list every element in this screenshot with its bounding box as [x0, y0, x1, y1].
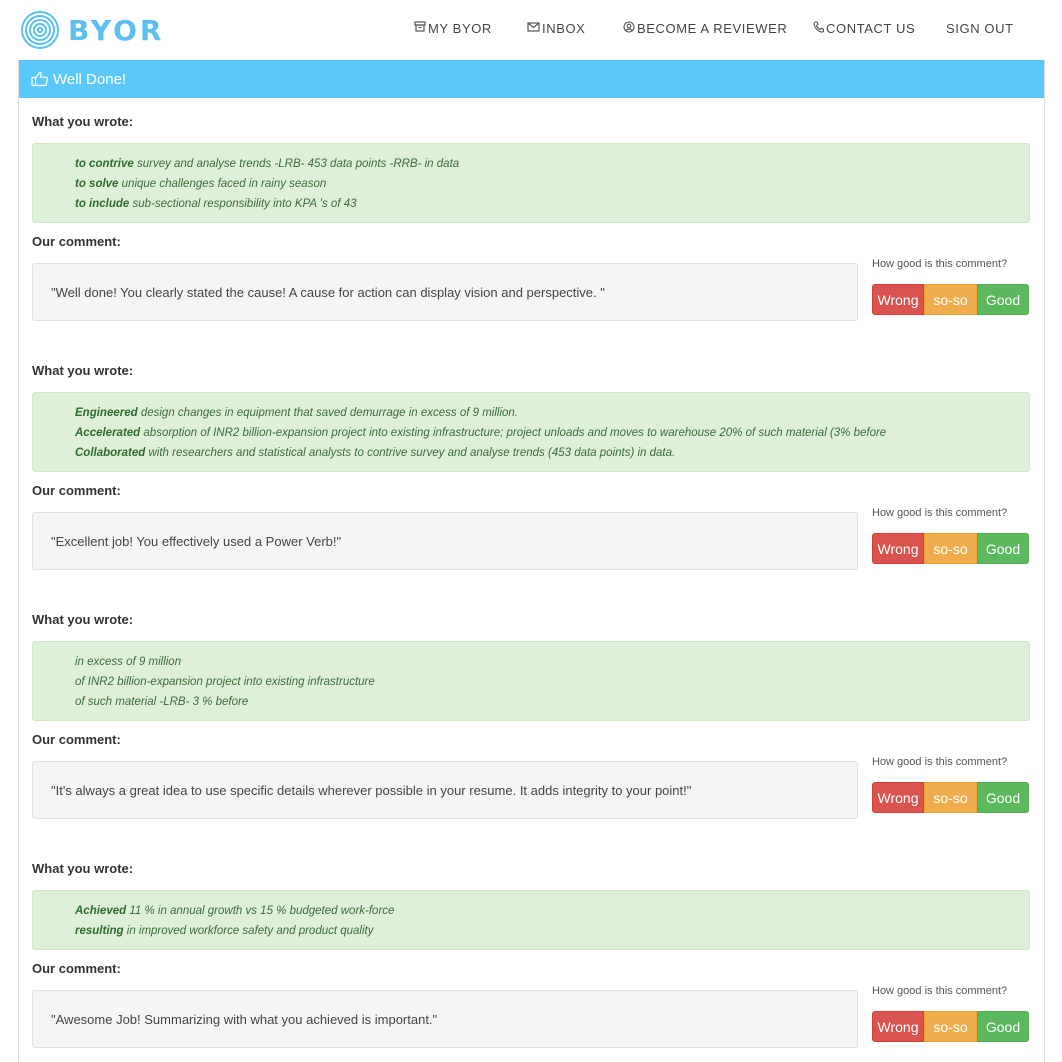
- nav-label: SIGN OUT: [946, 20, 1014, 36]
- comment-box: "Well done! You clearly stated the cause…: [32, 263, 858, 321]
- nav-label: CONTACT US: [826, 20, 916, 36]
- what-you-wrote-box: in excess of 9 million of INR2 billion-e…: [32, 641, 1030, 721]
- comment-text: "Well done! You clearly stated the cause…: [51, 284, 605, 300]
- wrote-text: sub-sectional responsibility into KPA 's…: [129, 198, 357, 210]
- panel-title: Well Done!: [53, 70, 127, 88]
- wrote-item: Collaborated with researchers and statis…: [75, 445, 1029, 465]
- wrote-text: in improved workforce safety and product…: [123, 925, 374, 937]
- our-comment-label: Our comment:: [32, 732, 121, 747]
- feedback-panel: Well Done! What you wrote: to contrive s…: [18, 60, 1045, 1062]
- wrote-verb: Collaborated: [75, 447, 146, 459]
- good-button[interactable]: Good: [977, 284, 1029, 315]
- wrote-item: resulting in improved workforce safety a…: [75, 923, 1029, 943]
- byor-logo-icon: [21, 11, 59, 49]
- wrote-text: of such material -LRB- 3 % before: [75, 696, 249, 708]
- wrote-text: 11 % in annual growth vs 15 % budgeted w…: [126, 905, 395, 917]
- wrong-button[interactable]: Wrong: [872, 284, 924, 315]
- comment-box: "Excellent job! You effectively used a P…: [32, 512, 858, 570]
- wrote-list: Engineered design changes in equipment t…: [33, 405, 1029, 465]
- nav-label: INBOX: [542, 20, 586, 36]
- rating-buttons: Wrong so-so Good: [872, 1011, 1029, 1042]
- wrote-list: to contrive survey and analyse trends -L…: [33, 156, 1029, 216]
- wrote-item: Engineered design changes in equipment t…: [75, 405, 1029, 425]
- so-so-button[interactable]: so-so: [924, 284, 977, 315]
- wrote-text: design changes in equipment that saved d…: [137, 407, 518, 419]
- nav-inbox[interactable]: INBOX: [527, 0, 585, 56]
- what-you-wrote-box: Engineered design changes in equipment t…: [32, 392, 1030, 472]
- wrote-verb: Engineered: [75, 407, 138, 419]
- wrote-item: to solve unique challenges faced in rain…: [75, 176, 1029, 196]
- wrote-list: in excess of 9 million of INR2 billion-e…: [33, 654, 1029, 714]
- comment-box: "Awesome Job! Summarizing with what you …: [32, 990, 858, 1048]
- wrote-item: in excess of 9 million: [75, 654, 1029, 674]
- user-circle-icon: [623, 20, 635, 36]
- wrote-item: Accelerated absorption of INR2 billion-e…: [75, 425, 1029, 445]
- rating-buttons: Wrong so-so Good: [872, 782, 1029, 813]
- wrote-list: Achieved 11 % in annual growth vs 15 % b…: [33, 903, 1029, 943]
- panel-heading: Well Done!: [19, 60, 1044, 98]
- wrote-text: absorption of INR2 billion-expansion pro…: [140, 427, 887, 439]
- wrote-verb: Accelerated: [75, 427, 141, 439]
- rating-question: How good is this comment?: [872, 258, 1008, 270]
- wrote-verb: Achieved: [75, 905, 127, 917]
- comment-box: "It's always a great idea to use specifi…: [32, 761, 858, 819]
- so-so-button[interactable]: so-so: [924, 533, 977, 564]
- rating-buttons: Wrong so-so Good: [872, 284, 1029, 315]
- envelope-icon: [527, 21, 540, 35]
- what-you-wrote-label: What you wrote:: [32, 363, 134, 378]
- brand-name: BYOR: [68, 13, 165, 47]
- what-you-wrote-box: Achieved 11 % in annual growth vs 15 % b…: [32, 890, 1030, 950]
- so-so-button[interactable]: so-so: [924, 1011, 977, 1042]
- nav-label: MY BYOR: [428, 20, 492, 36]
- nav-sign-out[interactable]: SIGN OUT: [946, 0, 1014, 56]
- wrote-verb: to include: [75, 198, 130, 210]
- rating-buttons: Wrong so-so Good: [872, 533, 1029, 564]
- archive-icon: [414, 21, 426, 35]
- wrote-verb: to solve: [75, 178, 119, 190]
- what-you-wrote-label: What you wrote:: [32, 861, 134, 876]
- brand-logo[interactable]: BYOR: [20, 8, 164, 52]
- wrote-item: of such material -LRB- 3 % before: [75, 694, 1029, 714]
- good-button[interactable]: Good: [977, 782, 1029, 813]
- rating-question: How good is this comment?: [872, 985, 1008, 997]
- wrote-text: with researchers and statistical analyst…: [145, 447, 676, 459]
- good-button[interactable]: Good: [977, 533, 1029, 564]
- comment-text: "Excellent job! You effectively used a P…: [51, 533, 342, 549]
- wrote-item: of INR2 billion-expansion project into e…: [75, 674, 1029, 694]
- wrote-verb: resulting: [75, 925, 124, 937]
- rating-question: How good is this comment?: [872, 756, 1008, 768]
- wrote-item: to contrive survey and analyse trends -L…: [75, 156, 1029, 176]
- comment-text: "It's always a great idea to use specifi…: [51, 782, 692, 798]
- good-button[interactable]: Good: [977, 1011, 1029, 1042]
- thumbs-up-icon: [31, 71, 49, 87]
- wrote-text: survey and analyse trends -LRB- 453 data…: [133, 158, 460, 170]
- wrote-text: in excess of 9 million: [75, 656, 182, 668]
- wrote-text: of INR2 billion-expansion project into e…: [75, 676, 375, 688]
- nav-contact-us[interactable]: CONTACT US: [813, 0, 915, 56]
- what-you-wrote-label: What you wrote:: [32, 114, 134, 129]
- phone-icon: [813, 20, 825, 36]
- wrote-text: unique challenges faced in rainy season: [118, 178, 327, 190]
- wrote-item: Achieved 11 % in annual growth vs 15 % b…: [75, 903, 1029, 923]
- what-you-wrote-label: What you wrote:: [32, 612, 134, 627]
- rating-question: How good is this comment?: [872, 507, 1008, 519]
- wrong-button[interactable]: Wrong: [872, 782, 924, 813]
- our-comment-label: Our comment:: [32, 961, 121, 976]
- so-so-button[interactable]: so-so: [924, 782, 977, 813]
- wrong-button[interactable]: Wrong: [872, 533, 924, 564]
- our-comment-label: Our comment:: [32, 483, 121, 498]
- nav-become-a-reviewer[interactable]: BECOME A REVIEWER: [623, 0, 787, 56]
- top-navbar: BYOR MY BYOR INBOX BECOME A REVIEWER CON…: [0, 0, 1062, 60]
- wrote-verb: to contrive: [75, 158, 134, 170]
- our-comment-label: Our comment:: [32, 234, 121, 249]
- what-you-wrote-box: to contrive survey and analyse trends -L…: [32, 143, 1030, 223]
- wrong-button[interactable]: Wrong: [872, 1011, 924, 1042]
- nav-label: BECOME A REVIEWER: [637, 20, 788, 36]
- wrote-item: to include sub-sectional responsibility …: [75, 196, 1029, 216]
- comment-text: "Awesome Job! Summarizing with what you …: [51, 1011, 438, 1027]
- nav-my-byor[interactable]: MY BYOR: [414, 0, 492, 56]
